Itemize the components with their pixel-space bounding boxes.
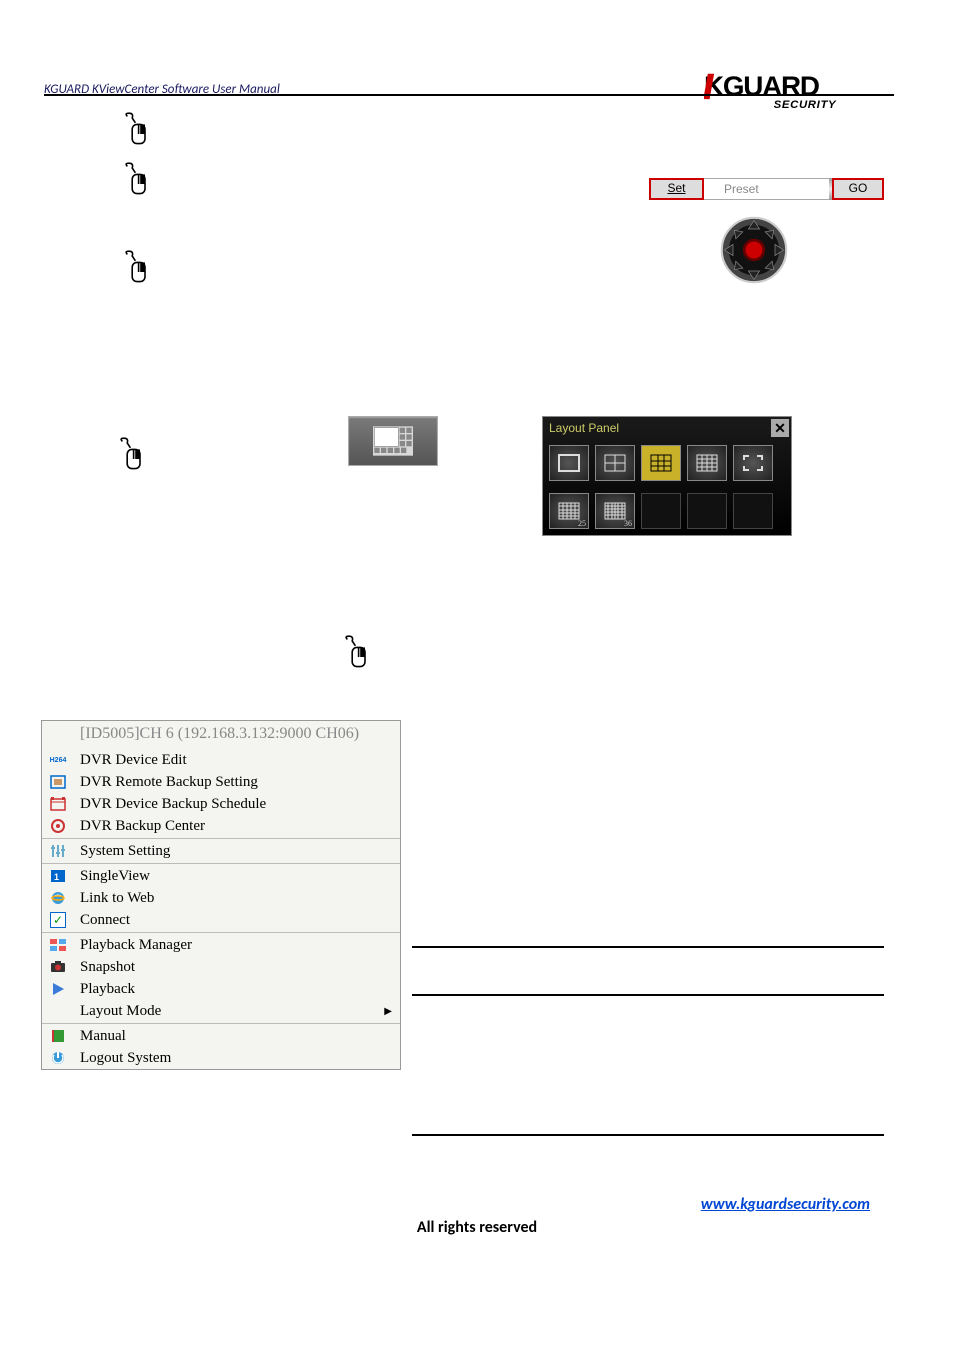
layout-25-label: 25 [578, 519, 586, 528]
menu-item-system-setting[interactable]: System Setting [42, 840, 400, 862]
ptz-wheel-icon[interactable] [719, 215, 789, 285]
mouse-click-icon [120, 110, 154, 150]
menu-item-label: Manual [80, 1028, 126, 1045]
menu-item-label: DVR Device Backup Schedule [80, 796, 266, 813]
layout-row: 25 36 [543, 487, 791, 535]
menu-item-playback-manager[interactable]: Playback Manager [42, 934, 400, 956]
menu-item-label: System Setting [80, 843, 170, 860]
single-icon: 1 [48, 867, 68, 885]
menu-separator [42, 932, 400, 933]
menu-item-manual[interactable]: Manual [42, 1025, 400, 1047]
layout-5x5-button[interactable]: 25 [549, 493, 589, 529]
play-icon [48, 980, 68, 998]
mouse-click-icon [115, 435, 149, 475]
context-menu-title: [ID5005]CH 6 (192.168.3.132:9000 CH06) [42, 721, 400, 749]
preset-bar: Set Preset GO [649, 178, 884, 200]
context-menu: [ID5005]CH 6 (192.168.3.132:9000 CH06) H… [41, 720, 401, 1070]
layout-button[interactable] [348, 416, 438, 466]
layout-row [543, 439, 791, 487]
menu-separator [42, 838, 400, 839]
menu-item-dvr-backup-center[interactable]: DVR Backup Center [42, 815, 400, 837]
menu-item-label: Link to Web [80, 890, 154, 907]
menu-item-label: DVR Device Edit [80, 752, 187, 769]
layout-icon [373, 426, 413, 456]
layout-3x3-button[interactable] [641, 445, 681, 481]
table-rule [412, 1134, 884, 1136]
blank-icon [48, 1002, 68, 1020]
header-rule [44, 94, 894, 96]
preset-go-button[interactable]: GO [832, 178, 884, 200]
book-icon [48, 1027, 68, 1045]
layout-panel-titlebar: Layout Panel ✕ [543, 417, 791, 439]
schedule-icon [48, 795, 68, 813]
menu-item-dvr-remote-backup-setting[interactable]: DVR Remote Backup Setting [42, 771, 400, 793]
menu-item-label: Playback [80, 981, 135, 998]
menu-separator [42, 863, 400, 864]
footer-link[interactable]: www.kguardsecurity.com [701, 1195, 870, 1214]
preset-label: Preset [704, 178, 829, 200]
menu-item-dvr-device-edit[interactable]: H264 DVR Device Edit [42, 749, 400, 771]
menu-item-label: Logout System [80, 1050, 171, 1067]
layout-2x2-button[interactable] [595, 445, 635, 481]
menu-item-logout-system[interactable]: Logout System [42, 1047, 400, 1069]
page-header: KGUARD KViewCenter Software User Manual … [0, 38, 954, 98]
menu-item-connect[interactable]: ✓ Connect [42, 909, 400, 931]
mouse-click-icon [340, 633, 374, 673]
center-icon [48, 817, 68, 835]
layout-panel-title: Layout Panel [549, 421, 619, 435]
menu-item-label: SingleView [80, 868, 150, 885]
snap-icon [48, 958, 68, 976]
menu-item-label: Layout Mode [80, 1003, 161, 1020]
svg-text:SECURITY: SECURITY [774, 99, 837, 111]
mouse-click-icon [120, 248, 154, 288]
mouse-click-icon [120, 160, 154, 200]
sliders-icon [48, 842, 68, 860]
menu-item-label: DVR Backup Center [80, 818, 205, 835]
table-rule [412, 946, 884, 948]
layout-empty [641, 493, 681, 529]
backup-icon [48, 773, 68, 791]
logout-icon [48, 1049, 68, 1067]
layout-empty [687, 493, 727, 529]
preset-set-button[interactable]: Set [649, 178, 704, 200]
layout-4x4-button[interactable] [687, 445, 727, 481]
layout-fullscreen-button[interactable] [733, 445, 773, 481]
layout-36-label: 36 [624, 519, 632, 528]
layout-6x6-button[interactable]: 36 [595, 493, 635, 529]
menu-item-snapshot[interactable]: Snapshot [42, 956, 400, 978]
layout-panel: Layout Panel ✕ 25 36 [542, 416, 792, 536]
menu-item-label: DVR Remote Backup Setting [80, 774, 258, 791]
menu-item-layout-mode[interactable]: Layout Mode [42, 1000, 400, 1022]
menu-item-dvr-device-backup-schedule[interactable]: DVR Device Backup Schedule [42, 793, 400, 815]
menu-item-label: Connect [80, 912, 130, 929]
layout-1x1-button[interactable] [549, 445, 589, 481]
footer-rights: All rights reserved [0, 1218, 954, 1237]
ie-icon [48, 889, 68, 907]
svg-text:KGUARD: KGUARD [704, 70, 819, 101]
check-icon: ✓ [48, 911, 68, 929]
svg-text:1: 1 [54, 872, 59, 882]
menu-item-playback[interactable]: Playback [42, 978, 400, 1000]
h264-icon: H264 [48, 751, 68, 769]
layout-empty [733, 493, 773, 529]
menu-item-label: Playback Manager [80, 937, 192, 954]
close-icon[interactable]: ✕ [771, 419, 789, 437]
menu-item-label: Snapshot [80, 959, 135, 976]
table-rule [412, 994, 884, 996]
menu-item-link-to-web[interactable]: Link to Web [42, 887, 400, 909]
menu-item-singleview[interactable]: 1 SingleView [42, 865, 400, 887]
menu-separator [42, 1023, 400, 1024]
pbmgr-icon [48, 936, 68, 954]
